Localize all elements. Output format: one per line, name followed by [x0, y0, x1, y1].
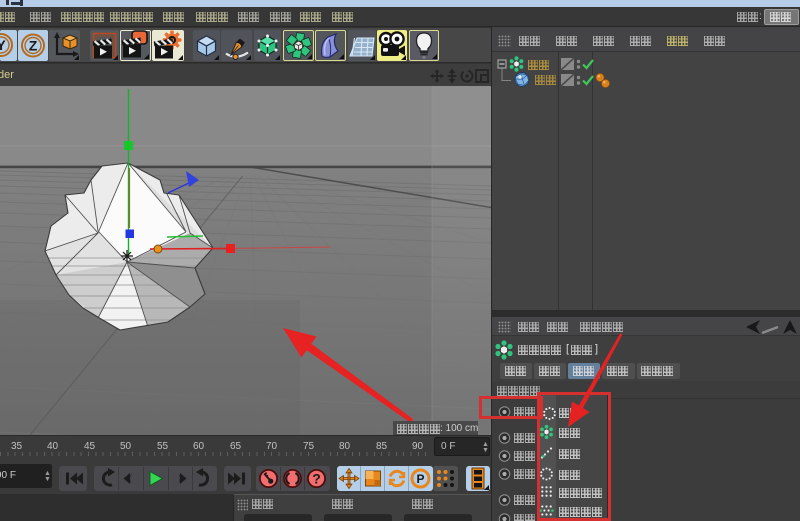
svg-text:P: P — [416, 472, 424, 486]
svg-text:Z: Z — [29, 38, 38, 54]
svg-text:?: ? — [312, 471, 321, 487]
svg-text:Y: Y — [0, 37, 6, 53]
